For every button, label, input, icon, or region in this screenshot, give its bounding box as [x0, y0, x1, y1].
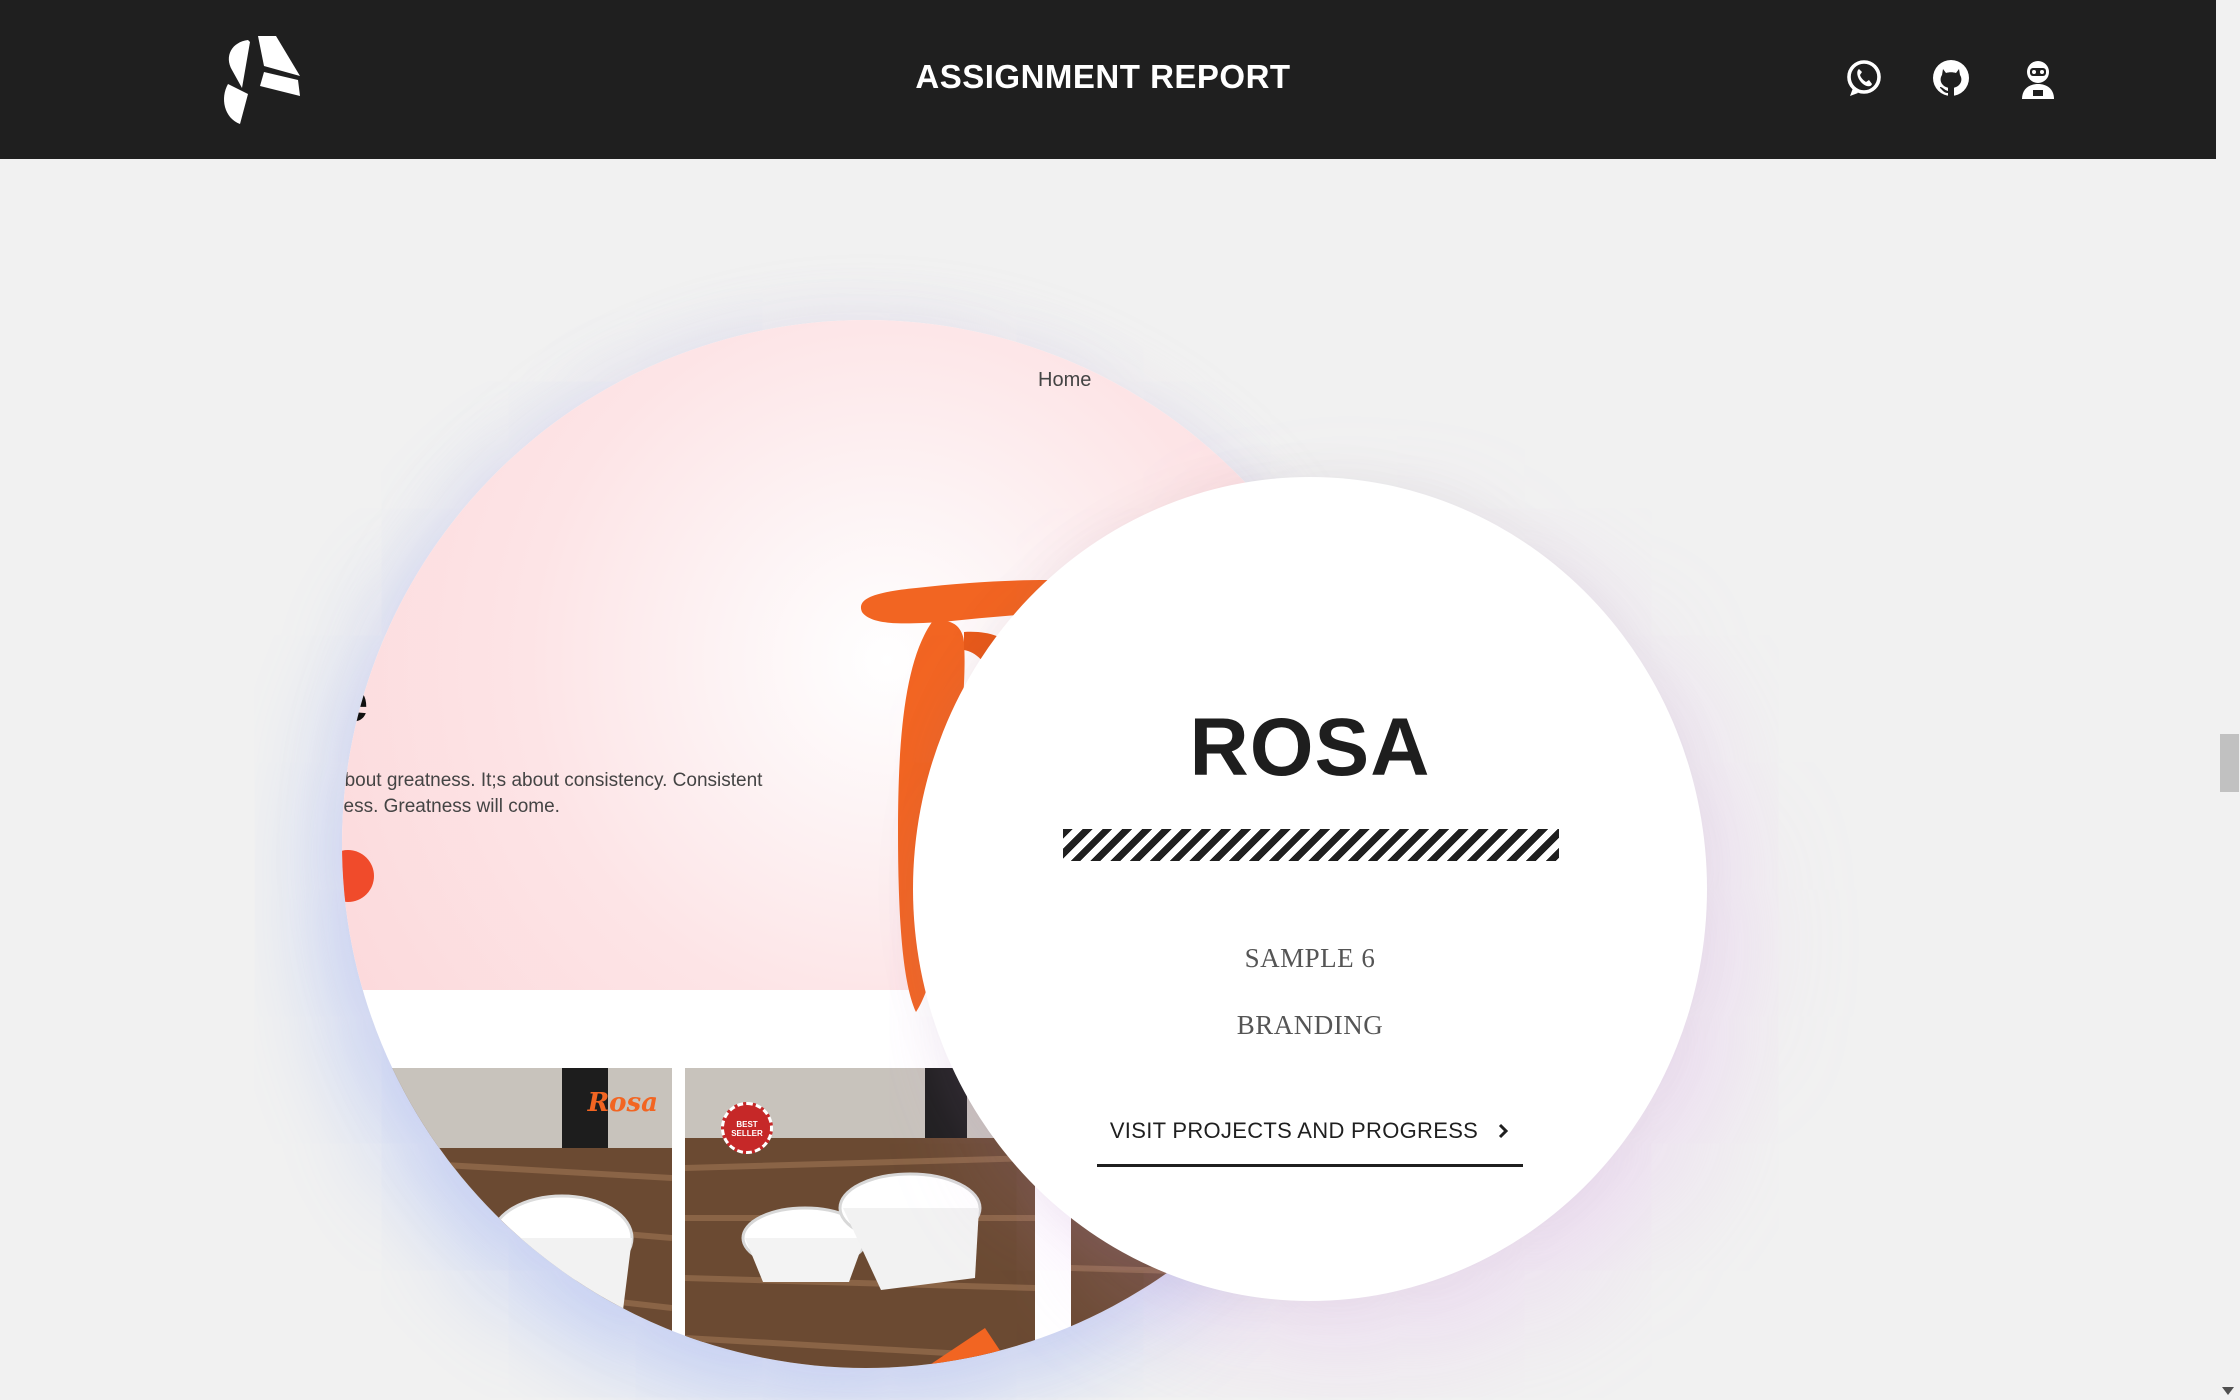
visit-projects-label[interactable]: VISIT PROJECTS AND PROGRESS	[1110, 1118, 1478, 1144]
chevron-right-icon[interactable]	[1496, 1123, 1510, 1139]
preview-orange-button	[342, 850, 374, 902]
preview-breadcrumb: Home	[1038, 369, 1092, 391]
project-sample-label: SAMPLE 6	[1244, 943, 1376, 973]
project-category: BRANDING	[1236, 1010, 1384, 1040]
preview-card-brand: Rosa	[587, 1088, 658, 1118]
page-scrollbar[interactable]	[2216, 0, 2240, 1400]
user-avatar-icon[interactable]	[2018, 57, 2058, 99]
preview-body-text: about greatness. It;s about consistency.…	[342, 768, 854, 820]
best-seller-badge: BEST SELLER	[721, 1102, 773, 1154]
github-icon[interactable]	[1931, 57, 1971, 99]
best-seller-badge-label: BEST SELLER	[731, 1120, 763, 1138]
project-info-card: ROSA SAMPLE 6 BRANDING VISIT PROJECTS AN…	[913, 477, 1707, 1301]
scrollbar-thumb[interactable]	[2220, 734, 2239, 792]
hatched-divider	[1063, 829, 1559, 861]
project-title: ROSA	[1189, 702, 1431, 793]
preview-body-line: cess. Greatness will come.	[342, 796, 560, 817]
whatsapp-icon[interactable]	[1844, 57, 1884, 99]
preview-breadcrumb-separator: .	[1120, 369, 1126, 391]
top-navigation-bar: ASSIGNMENT REPORT	[0, 0, 2216, 159]
visit-projects-link[interactable]: VISIT PROJECTS AND PROGRESS	[1097, 1117, 1523, 1167]
scroll-down-arrow-icon[interactable]	[2222, 1387, 2234, 1395]
preview-heading: e	[342, 669, 369, 734]
preview-body-line: about greatness. It;s about consistency.…	[342, 770, 763, 791]
preview-product-card: Rosa	[342, 1068, 672, 1368]
